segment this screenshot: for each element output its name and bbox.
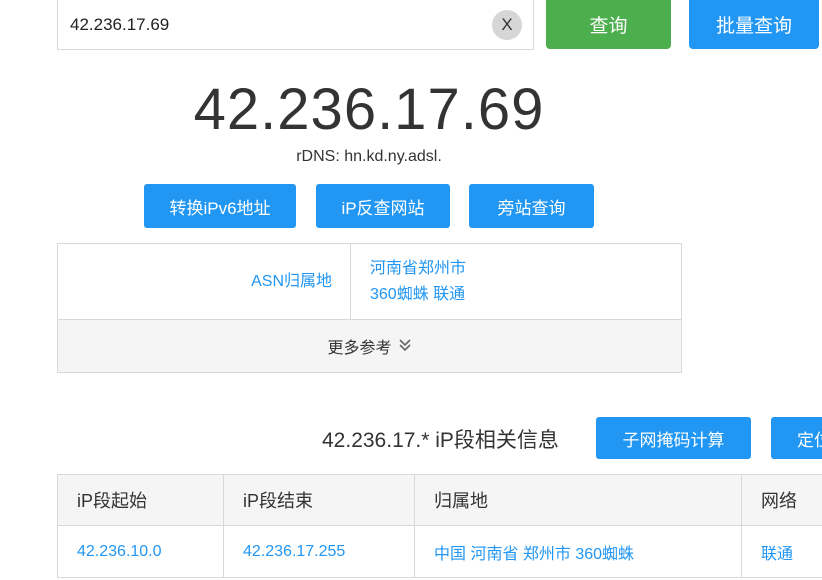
more-reference-label: 更多参考 (327, 340, 392, 357)
ip-search-input[interactable] (70, 10, 490, 40)
asn-isp-link[interactable]: 360蜘蛛 联通 (370, 282, 466, 308)
table-row: 42.236.10.0 42.236.17.255 中国 河南省 郑州市 360… (57, 525, 822, 578)
table-header-row: iP段起始 iP段结束 归属地 网络 (57, 474, 822, 526)
cell-start[interactable]: 42.236.10.0 (57, 525, 224, 578)
subnet-calc-button[interactable]: 子网掩码计算 (596, 417, 751, 459)
asn-row: ASN归属地 河南省郑州市 360蜘蛛 联通 (58, 244, 681, 320)
result-ip: 42.236.17.69 (193, 77, 545, 142)
rdns-text: rDNS: hn.kd.ny.adsl. (296, 148, 442, 165)
search-box: X (57, 0, 534, 50)
header-network: 网络 (741, 474, 822, 526)
close-icon: X (501, 15, 513, 34)
cell-location[interactable]: 中国 河南省 郑州市 360蜘蛛 (414, 525, 742, 578)
header-start: iP段起始 (57, 474, 224, 526)
side-site-button[interactable]: 旁站查询 (469, 184, 594, 228)
header-location: 归属地 (414, 474, 742, 526)
locate-button[interactable]: 定位 (771, 417, 822, 459)
asn-value: 河南省郑州市 360蜘蛛 联通 (370, 256, 466, 308)
segment-title: 42.236.17.* iP段相关信息 (322, 429, 559, 452)
cell-network[interactable]: 联通 (741, 525, 822, 578)
cell-end[interactable]: 42.236.17.255 (223, 525, 415, 578)
clear-input-button[interactable]: X (492, 10, 522, 40)
header-end: iP段结束 (223, 474, 415, 526)
asn-label[interactable]: ASN归属地 (58, 244, 351, 319)
convert-ipv6-button[interactable]: 转换iPv6地址 (144, 184, 296, 228)
reverse-site-button[interactable]: iP反查网站 (316, 184, 450, 228)
ip-segment-table: iP段起始 iP段结束 归属地 网络 42.236.10.0 42.236.17… (57, 474, 822, 578)
asn-location-link[interactable]: 河南省郑州市 (370, 256, 466, 282)
info-table: ASN归属地 河南省郑州市 360蜘蛛 联通 更多参考 (57, 243, 682, 373)
more-reference-toggle[interactable]: 更多参考 (58, 320, 681, 372)
batch-query-button[interactable]: 批量查询 (689, 0, 819, 49)
chevron-double-down-icon (398, 337, 412, 356)
query-button[interactable]: 查询 (546, 0, 671, 49)
